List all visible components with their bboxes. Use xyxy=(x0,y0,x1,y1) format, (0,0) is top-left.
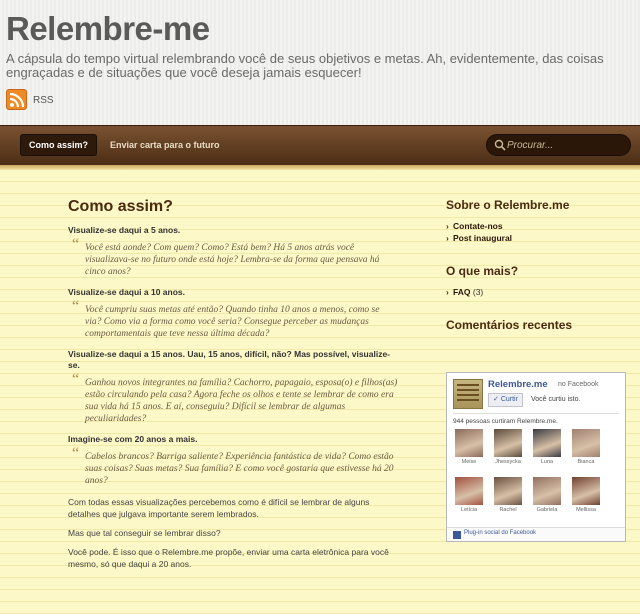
avatar-image xyxy=(455,477,483,505)
search-input[interactable] xyxy=(507,138,625,153)
section-heading: Visualize-se daqui a 10 anos. xyxy=(68,287,186,297)
widget-title-comments: Comentários recentes xyxy=(446,318,573,332)
quote-mark-icon: “ xyxy=(72,371,80,388)
avatar-image xyxy=(572,477,600,505)
fan-avatar[interactable]: Luna xyxy=(533,429,561,465)
link-post-inaugural[interactable]: Post inaugural xyxy=(446,232,631,244)
check-icon: ✓ xyxy=(493,396,499,403)
link-contate-nos[interactable]: Contate-nos xyxy=(446,220,631,232)
site-title[interactable]: Relembre-me xyxy=(6,10,210,48)
post-title: Como assim? xyxy=(68,198,173,215)
fan-name: Gabriela xyxy=(536,507,558,513)
avatar-image xyxy=(533,477,561,505)
avatar-image xyxy=(494,477,522,505)
avatar-image xyxy=(455,429,483,457)
paragraph: Você pode. É isso que o Relembre.me prop… xyxy=(68,547,389,569)
widget-title-about: Sobre o Relembre.me xyxy=(446,198,570,212)
about-links: Contate-nos Post inaugural xyxy=(446,220,631,244)
header: Relembre-me A cápsula do tempo virtual r… xyxy=(0,0,640,125)
section-heading: Imagine-se com 20 anos a mais. xyxy=(68,434,198,444)
section-heading: Visualize-se daqui a 15 anos. Uau, 15 an… xyxy=(68,349,391,370)
fan-avatar[interactable]: Bianca xyxy=(572,429,600,465)
blockquote: “ Ganhou novos integrantes na família? Ca… xyxy=(68,371,398,425)
fan-name: Bianca xyxy=(577,459,595,465)
fan-avatar[interactable]: Gabriela xyxy=(533,477,561,513)
avatar-image xyxy=(572,429,600,457)
page-logo[interactable] xyxy=(453,379,483,409)
fan-avatar[interactable]: Meise xyxy=(455,429,483,465)
fb-page-name[interactable]: Relembre.me xyxy=(488,379,548,390)
post-body: Visualize-se daqui a 5 anos. “Você está a… xyxy=(68,225,398,570)
blockquote: “ Cabelos brancos? Barriga saliente? Expe… xyxy=(68,445,398,487)
paragraph: Com todas essas visualizações percebemos… xyxy=(68,497,370,519)
quote-mark-icon: “ xyxy=(72,445,80,462)
avatar-image xyxy=(533,429,561,457)
blockquote: “ Você está aonde? Com quem? Como? Está b… xyxy=(68,236,398,278)
nav-item-como-assim[interactable]: Como assim? xyxy=(20,134,98,156)
fan-avatar[interactable]: Jhessycka xyxy=(494,429,522,465)
sidebar: Sobre o Relembre.me Contate-nos Post ina… xyxy=(446,198,631,340)
quote-mark-icon: “ xyxy=(72,236,80,253)
quote-text: Você cumpriu suas metas até então? Quand… xyxy=(85,305,380,339)
paragraph: Mas que tal conseguir se lembrar disso? xyxy=(68,528,221,538)
fan-avatar[interactable]: Letícia xyxy=(455,477,483,513)
blockquote: “ Você cumpriu suas metas até então? Quan… xyxy=(68,298,398,340)
fan-name: Meise xyxy=(461,459,477,465)
main-content: Como assim? Visualize-se daqui a 5 anos.… xyxy=(68,198,398,577)
divider xyxy=(453,413,619,414)
quote-text: Ganhou novos integrantes na família? Cac… xyxy=(85,378,398,424)
fan-name: Jhessycka xyxy=(495,459,521,465)
fan-name: Rachel xyxy=(499,507,517,513)
fan-name: Letícia xyxy=(460,507,478,513)
quote-mark-icon: “ xyxy=(72,298,80,315)
avatar-image xyxy=(494,429,522,457)
more-links: FAQ (3) xyxy=(446,286,631,298)
widget-title-more: O que mais? xyxy=(446,264,519,278)
fb-footer[interactable]: Plug-in social do Facebook xyxy=(447,527,625,541)
fan-avatar[interactable]: Mellissa xyxy=(572,477,600,513)
search-box[interactable] xyxy=(486,134,631,156)
quote-text: Você está aonde? Com quem? Como? Está be… xyxy=(85,243,380,277)
fan-name: Mellissa xyxy=(576,507,596,513)
fan-name: Luna xyxy=(540,459,554,465)
link-faq[interactable]: FAQ (3) xyxy=(446,286,631,298)
facebook-icon xyxy=(453,531,461,539)
section-heading: Visualize-se daqui a 5 anos. xyxy=(68,225,181,235)
rss-icon[interactable] xyxy=(6,89,27,110)
fb-like-button[interactable]: ✓ Curtir xyxy=(488,393,523,407)
quote-text: Cabelos brancos? Barriga saliente? Exper… xyxy=(85,452,394,486)
site-description: A cápsula do tempo virtual relembrando v… xyxy=(6,51,604,80)
fb-on-label: no Facebook xyxy=(558,381,599,388)
fb-like-note: Você curtiu isto. xyxy=(531,396,581,403)
rss-link[interactable]: RSS xyxy=(33,95,54,106)
search-icon xyxy=(494,139,506,151)
nav-item-enviar-carta[interactable]: Enviar carta para o futuro xyxy=(110,140,220,150)
fb-fan-count: 944 pessoas curtiram Relembre.me. xyxy=(453,418,558,425)
fan-avatar[interactable]: Rachel xyxy=(494,477,522,513)
facebook-like-box: Relembre.me no Facebook ✓ Curtir Você cu… xyxy=(446,372,626,542)
